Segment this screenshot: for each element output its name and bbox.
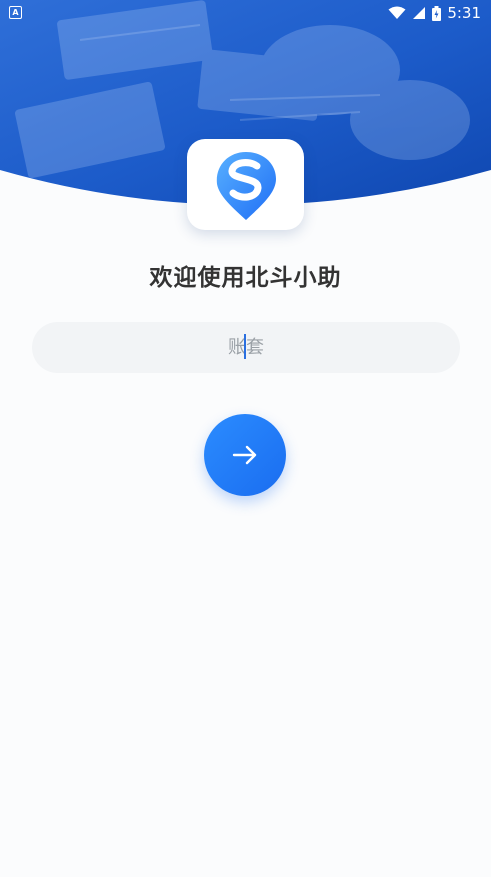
- welcome-title: 欢迎使用北斗小助: [149, 265, 342, 291]
- battery-icon: [432, 5, 442, 21]
- a-notification-icon: A: [9, 6, 22, 19]
- status-bar: A 5:31: [0, 0, 491, 26]
- arrow-right-icon: [232, 445, 257, 465]
- app-logo-card: [187, 139, 304, 230]
- beidou-s-pin-icon: [216, 152, 276, 220]
- account-field-container: [32, 322, 460, 373]
- status-time: 5:31: [447, 4, 481, 22]
- signal-icon: [413, 7, 426, 19]
- wifi-icon: [388, 6, 406, 19]
- status-right-group: 5:31: [388, 3, 481, 23]
- next-button[interactable]: [204, 414, 286, 496]
- text-cursor: [244, 334, 246, 359]
- account-input[interactable]: [32, 322, 460, 373]
